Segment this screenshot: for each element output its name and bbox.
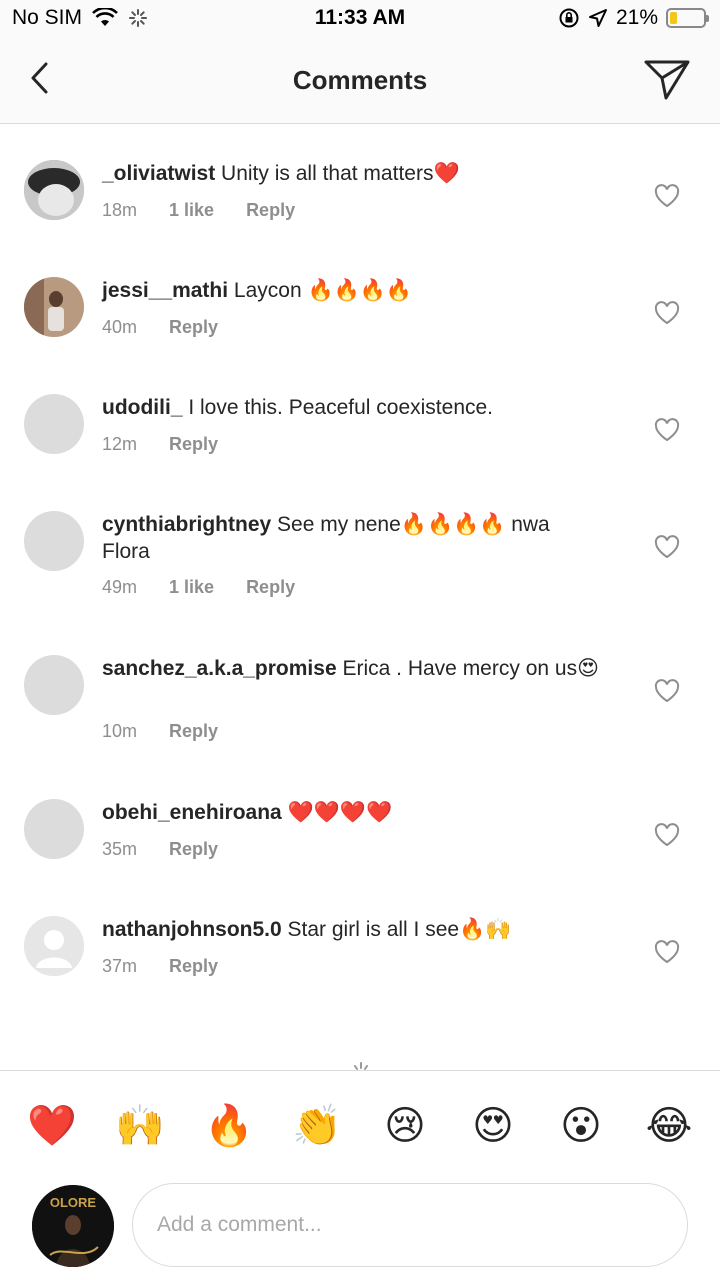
reply-button[interactable]: Reply (246, 577, 295, 598)
comment-text: cynthiabrightney See my nene🔥🔥🔥🔥 nwa Flo… (102, 511, 582, 565)
location-icon (588, 9, 607, 27)
my-avatar[interactable]: OLORE (32, 1185, 114, 1267)
page-title: Comments (292, 65, 428, 95)
comment-time: 12m (102, 434, 138, 454)
avatar-logo: OLORE (32, 1185, 114, 1267)
comment-text: udodili_ I love this. Peaceful coexisten… (102, 394, 622, 421)
reply-button[interactable]: Reply (169, 721, 218, 742)
avatar[interactable] (24, 160, 84, 220)
comment-username[interactable]: udodili_ (102, 396, 183, 419)
comment-time: 35m (102, 839, 138, 859)
emoji-clap-button[interactable]: 👏 (292, 1101, 342, 1151)
heart-icon[interactable] (654, 418, 680, 442)
emoji-surprised-button[interactable]: 😮 (556, 1101, 606, 1151)
avatar[interactable] (24, 511, 84, 571)
emoji-fire-button[interactable]: 🔥 (204, 1101, 254, 1151)
comment-meta: 12m Reply (102, 434, 218, 455)
avatar[interactable] (24, 394, 84, 454)
comment-body: Star girl is all I see🔥🙌 (287, 918, 512, 941)
orientation-lock-icon (559, 8, 579, 28)
reply-button[interactable]: Reply (169, 839, 218, 860)
comment-username[interactable]: nathanjohnson5.0 (102, 918, 282, 941)
comment-time: 40m (102, 317, 138, 337)
comment-text: nathanjohnson5.0 Star girl is all I see🔥… (102, 916, 622, 943)
emoji-heart-eyes-button[interactable]: 😍 (468, 1101, 518, 1151)
comment-time: 37m (102, 956, 138, 976)
reply-button[interactable]: Reply (169, 317, 218, 338)
comment-meta: 37m Reply (102, 956, 218, 977)
heart-icon[interactable] (654, 679, 680, 703)
comment-body: Laycon 🔥🔥🔥🔥 (233, 279, 413, 302)
emoji-heart-button[interactable]: ❤️ (27, 1101, 77, 1151)
paper-plane-icon[interactable] (642, 56, 692, 102)
comment-meta: 40m Reply (102, 317, 218, 338)
comment-text: sanchez_a.k.a_promise Erica . Have mercy… (102, 655, 612, 682)
emoji-crying-button[interactable]: 😢 (380, 1101, 430, 1151)
comment-composer: ❤️ 🙌 🔥 👏 😢 😍 😮 😂 OLORE (0, 1070, 720, 1280)
heart-icon[interactable] (654, 535, 680, 559)
comment-input[interactable] (132, 1183, 688, 1267)
avatar[interactable] (24, 655, 84, 715)
heart-icon[interactable] (654, 940, 680, 964)
comment-meta: 10m Reply (102, 721, 218, 742)
status-bar: No SIM 11:33 AM 21% (0, 0, 720, 40)
comment-username[interactable]: cynthiabrightney (102, 513, 271, 536)
comment-likes[interactable]: 1 like (169, 200, 214, 221)
comment-time: 10m (102, 721, 138, 741)
heart-icon[interactable] (654, 184, 680, 208)
comments-list[interactable]: _oliviatwist Unity is all that matters❤️… (0, 124, 720, 1070)
emoji-raised-hands-button[interactable]: 🙌 (115, 1101, 165, 1151)
comment-username[interactable]: obehi_enehiroana (102, 801, 282, 824)
comment-text: _oliviatwist Unity is all that matters❤️ (102, 160, 622, 187)
battery-percent: 21% (615, 6, 658, 29)
comment-text: jessi__mathi Laycon 🔥🔥🔥🔥 (102, 277, 622, 304)
comment-meta: 35m Reply (102, 839, 218, 860)
comment-time: 18m (102, 200, 138, 220)
reply-button[interactable]: Reply (169, 434, 218, 455)
comment-username[interactable]: sanchez_a.k.a_promise (102, 657, 337, 680)
avatar-logo-text: OLORE (50, 1195, 97, 1210)
comment-meta: 49m 1 like Reply (102, 577, 295, 598)
default-user-icon (24, 916, 84, 976)
heart-icon[interactable] (654, 301, 680, 325)
heart-icon[interactable] (654, 823, 680, 847)
comment-body: I love this. Peaceful coexistence. (188, 396, 494, 419)
comment-likes[interactable]: 1 like (169, 577, 214, 598)
avatar[interactable] (24, 916, 84, 976)
status-right: 21% (558, 6, 709, 30)
battery-fill (670, 12, 677, 24)
comment-body: ❤️❤️❤️❤️ (287, 801, 393, 824)
comment-text: obehi_enehiroana ❤️❤️❤️❤️ (102, 799, 622, 826)
reply-button[interactable]: Reply (246, 200, 295, 221)
avatar-photo (24, 160, 84, 220)
emoji-laughing-button[interactable]: 😂 (644, 1101, 694, 1151)
comment-body: Unity is all that matters❤️ (221, 162, 460, 185)
battery-icon (666, 8, 709, 28)
header: Comments (0, 40, 720, 124)
avatar[interactable] (24, 799, 84, 859)
quick-reaction-bar: ❤️ 🙌 🔥 👏 😢 😍 😮 😂 (0, 1101, 720, 1151)
comment-body: Erica . Have mercy on us😍 (342, 657, 599, 680)
comment-meta: 18m 1 like Reply (102, 200, 295, 221)
comment-username[interactable]: jessi__mathi (102, 279, 228, 302)
comment-time: 49m (102, 577, 138, 597)
avatar-photo (24, 277, 84, 337)
avatar[interactable] (24, 277, 84, 337)
comment-username[interactable]: _oliviatwist (102, 162, 215, 185)
reply-button[interactable]: Reply (169, 956, 218, 977)
